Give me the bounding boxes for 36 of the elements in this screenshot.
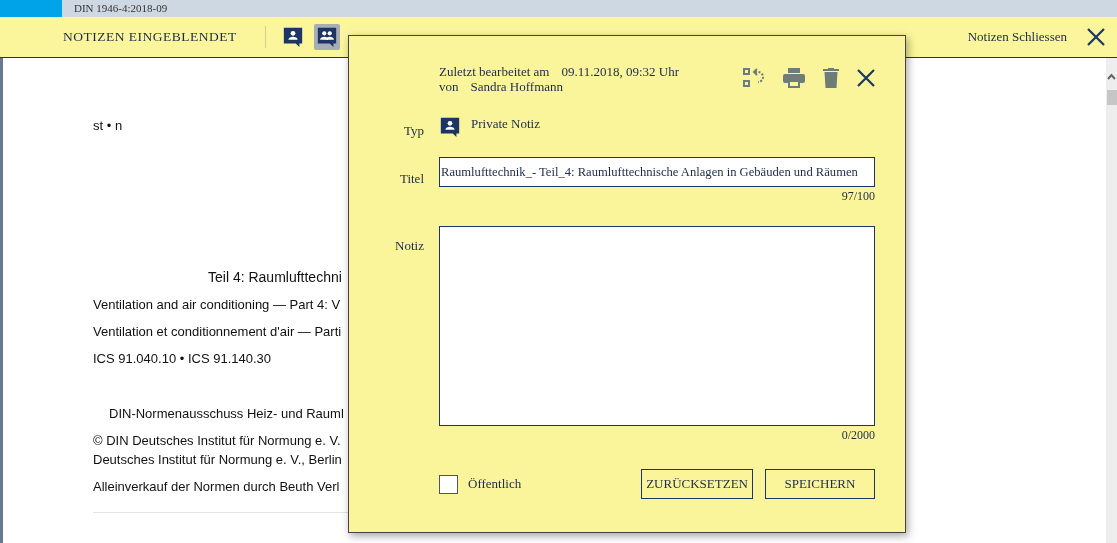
last-edited-text: Zuletzt bearbeitet am 09.11.2018, 09:32 Uhr <box>439 64 680 79</box>
document-text: Teil 4: Raumlufttechni <box>207 269 342 285</box>
document-text: ICS 91.040.10 • ICS 91.140.30 <box>93 351 271 366</box>
public-checkbox[interactable] <box>439 474 458 494</box>
trash-icon[interactable] <box>823 68 839 88</box>
document-text: Ventilation et conditionnement d'air — Parti <box>93 324 342 339</box>
document-text: Deutsches Institut für Normung e. V., Berlin <box>93 452 342 467</box>
title-label: Titel <box>398 171 425 187</box>
shared-notes-filter[interactable] <box>313 24 340 50</box>
reset-button[interactable]: ZURÜCKSETZEN <box>641 469 753 499</box>
group-note-icon <box>315 26 338 48</box>
note-char-count: 0/2000 <box>840 428 875 443</box>
person-note-icon <box>439 116 461 138</box>
document-text: Alleinverkauf der Normen durch Beuth Verl <box>93 479 340 494</box>
close-notes-link[interactable]: Notizen Schliessen <box>967 29 1067 45</box>
title-char-count: 97/100 <box>840 189 875 204</box>
document-tab-title: DIN 1946-4:2018-09 <box>73 1 168 16</box>
save-button[interactable]: SPEICHERN <box>765 469 875 499</box>
type-label: Typ <box>402 123 425 139</box>
restore-icon[interactable] <box>743 67 765 89</box>
note-field[interactable] <box>439 226 875 426</box>
document-text: st • n <box>93 118 123 133</box>
title-field[interactable]: Raumlufttechnik_- Teil_4: Raumlufttechnische Anlagen in Gebäuden und Räumen <box>439 157 875 187</box>
note-label: Notiz <box>394 238 425 254</box>
document-text: DIN-Normenausschuss Heiz- und Rauml <box>108 406 344 421</box>
note-type-text: Private Notiz <box>471 116 540 132</box>
app-logo-block <box>0 0 62 17</box>
close-icon[interactable] <box>1087 28 1105 46</box>
author-text: von Sandra Hoffmann <box>439 79 565 94</box>
notes-status-label: NOTIZEN EINGEBLENDET <box>63 29 237 45</box>
public-label: Öffentlich <box>468 476 522 492</box>
print-icon[interactable] <box>783 68 805 88</box>
document-text: Ventilation and air conditioning — Part 4: V <box>93 297 341 312</box>
person-note-icon <box>281 26 304 48</box>
document-text: © DIN Deutsches Institut für Normung e. V. <box>93 433 341 448</box>
close-icon[interactable] <box>857 69 875 87</box>
